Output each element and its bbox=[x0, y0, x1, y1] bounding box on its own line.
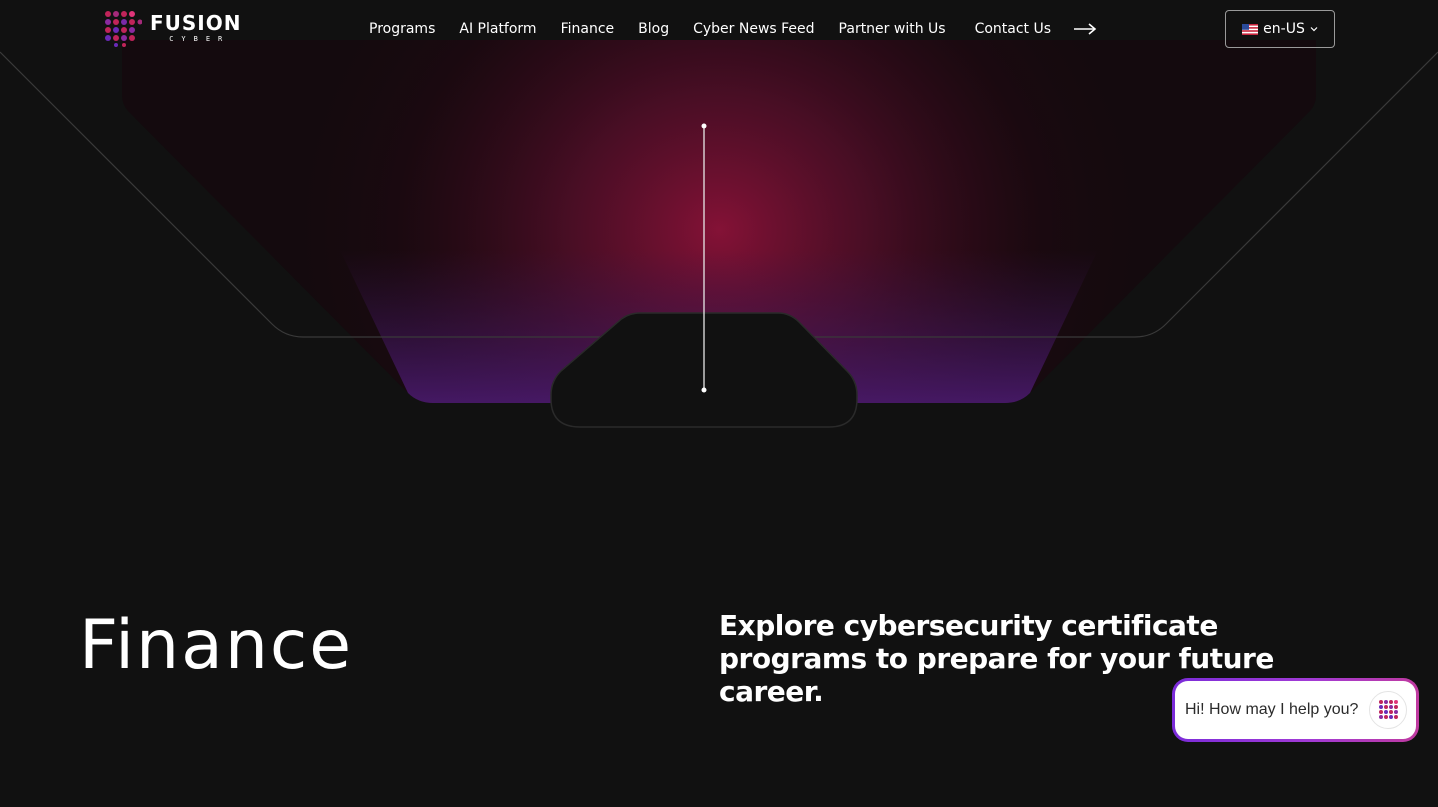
site-header: FUSION CYBER Programs AI Platform Financ… bbox=[0, 0, 1438, 58]
chat-prompt: Hi! How may I help you? bbox=[1185, 701, 1359, 718]
brand-name: FUSION bbox=[150, 10, 242, 35]
nav-item-programs[interactable]: Programs bbox=[369, 21, 435, 37]
fusion-logo-icon bbox=[1379, 700, 1398, 719]
main-nav: Programs AI Platform Finance Blog Cyber … bbox=[369, 0, 1051, 58]
fusion-logo-icon bbox=[105, 11, 142, 47]
nav-item-ai-platform[interactable]: AI Platform bbox=[459, 21, 536, 37]
brand-logo[interactable]: FUSION CYBER bbox=[102, 9, 254, 47]
us-flag-icon bbox=[1242, 23, 1259, 35]
nav-item-blog[interactable]: Blog bbox=[638, 21, 669, 37]
chevron-down-icon bbox=[1310, 27, 1318, 32]
chat-avatar-button[interactable] bbox=[1369, 691, 1407, 729]
language-label: en-US bbox=[1263, 21, 1305, 37]
brand-tagline: CYBER bbox=[169, 34, 231, 43]
nav-item-cyber-news-feed[interactable]: Cyber News Feed bbox=[693, 21, 814, 37]
brand-wordmark: FUSION CYBER bbox=[150, 13, 242, 44]
hero-line-dot-bottom bbox=[701, 387, 707, 393]
hero-line-dot-top bbox=[701, 123, 707, 129]
nav-item-contact-us[interactable]: Contact Us bbox=[975, 21, 1051, 37]
arrow-right-icon[interactable] bbox=[1073, 22, 1097, 36]
chat-widget[interactable]: Hi! How may I help you? bbox=[1172, 678, 1419, 742]
nav-item-finance[interactable]: Finance bbox=[561, 21, 615, 37]
nav-item-partner-with-us[interactable]: Partner with Us bbox=[839, 21, 946, 37]
language-selector[interactable]: en-US bbox=[1225, 10, 1335, 48]
page-title: Finance bbox=[79, 606, 354, 685]
